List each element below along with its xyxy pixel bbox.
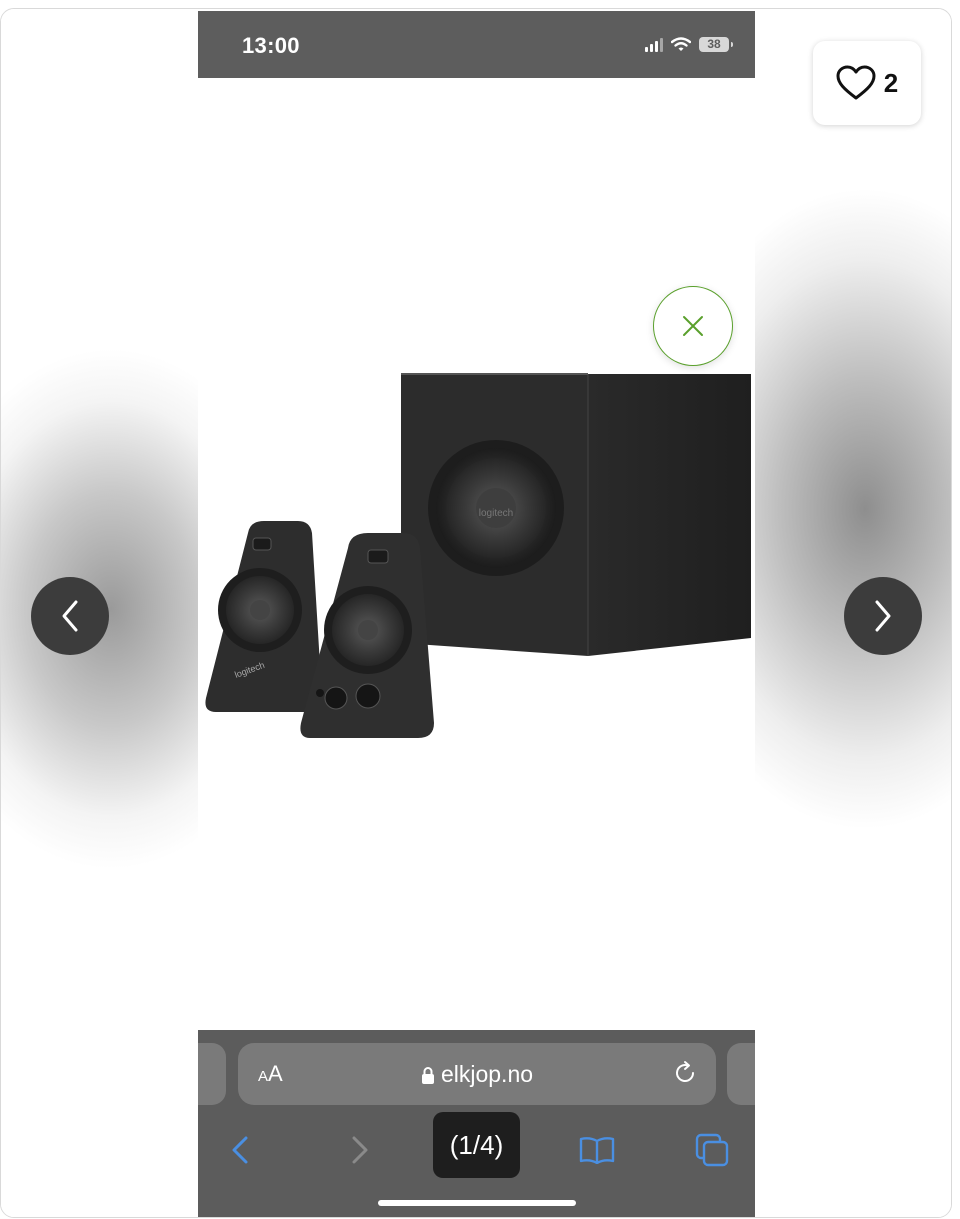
next-image-button[interactable]	[844, 577, 922, 655]
status-bar: 13:00 38	[198, 11, 755, 78]
tabs-icon	[695, 1133, 729, 1167]
tabs-button[interactable]	[690, 1120, 734, 1180]
url-display[interactable]: elkjop.no	[238, 1061, 716, 1088]
chevron-left-icon	[62, 600, 78, 632]
safari-bottom-bar: AA elkjop.no (1/4)	[198, 1030, 755, 1217]
previous-image-button[interactable]	[31, 577, 109, 655]
wifi-icon	[671, 37, 691, 51]
chevron-right-icon	[875, 600, 891, 632]
speaker-system-image: logitech logitech	[205, 373, 751, 738]
favorite-count: 2	[883, 67, 899, 98]
forward-button[interactable]	[338, 1120, 382, 1180]
status-icons: 38	[645, 37, 733, 52]
product-image: logitech logitech	[198, 78, 755, 1028]
subwoofer-logo: logitech	[479, 508, 513, 519]
back-button[interactable]	[218, 1120, 262, 1180]
next-tab-peek[interactable]	[727, 1043, 755, 1105]
close-button[interactable]	[653, 286, 733, 366]
reload-icon[interactable]	[672, 1060, 698, 1086]
favorite-button[interactable]: 2	[813, 41, 921, 125]
address-bar[interactable]: AA elkjop.no	[238, 1043, 716, 1105]
image-page-counter: (1/4)	[433, 1112, 520, 1178]
url-text: elkjop.no	[440, 1061, 534, 1087]
heart-icon	[836, 65, 876, 100]
lock-icon	[421, 1067, 434, 1084]
bookmarks-icon	[579, 1137, 615, 1164]
phone-screenshot: 13:00 38 logitech logitech AA elkjop.no …	[198, 11, 755, 1217]
status-time: 13:00	[242, 33, 300, 58]
battery-icon: 38	[699, 37, 733, 52]
home-indicator	[378, 1200, 576, 1206]
back-icon	[232, 1136, 248, 1164]
close-icon	[683, 316, 703, 336]
forward-icon	[352, 1136, 368, 1164]
previous-tab-peek[interactable]	[198, 1043, 226, 1105]
image-viewer: 13:00 38 logitech logitech AA elkjop.no …	[0, 8, 952, 1218]
bookmarks-button[interactable]	[573, 1120, 621, 1180]
cellular-signal-icon	[645, 37, 663, 52]
